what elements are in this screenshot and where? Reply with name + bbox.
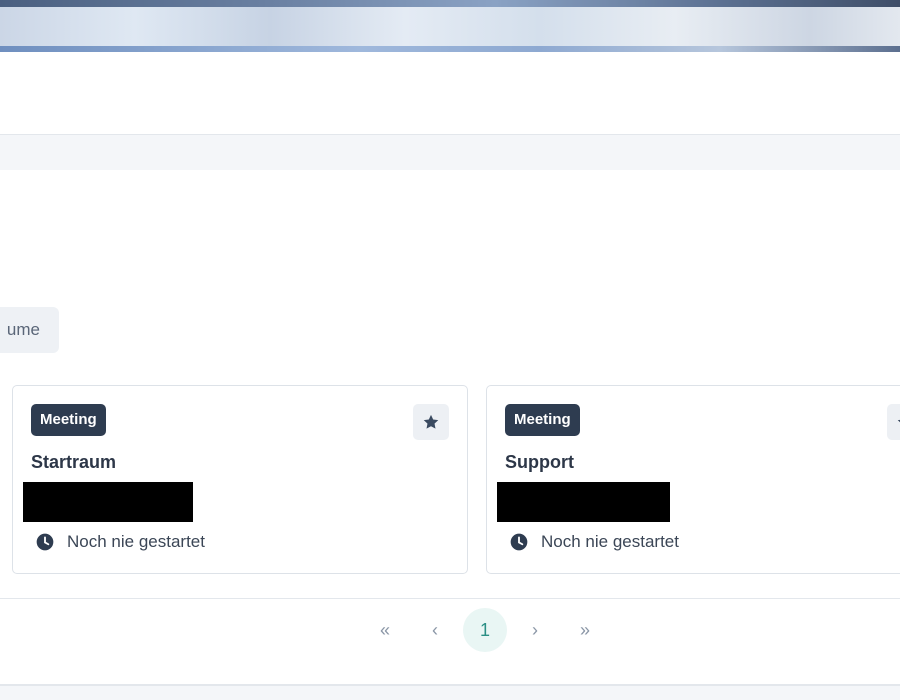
page-button-current[interactable]: 1 [463, 608, 507, 652]
room-status-text: Noch nie gestartet [541, 532, 679, 551]
next-page-button[interactable]: › [513, 608, 557, 652]
divider [0, 598, 900, 599]
favorite-button[interactable] [413, 404, 449, 440]
favorite-button[interactable] [887, 404, 900, 440]
star-icon [897, 419, 900, 423]
last-page-button[interactable]: » [563, 608, 607, 652]
room-card[interactable]: Meeting Startraum Noch nie gestartet [12, 385, 468, 574]
room-type-badge: Meeting [31, 404, 106, 436]
room-status: Noch nie gestartet [35, 532, 205, 552]
previous-page-button[interactable]: ‹ [413, 608, 457, 652]
room-filter-tab[interactable]: ume [0, 307, 59, 353]
first-page-button[interactable]: « [363, 608, 407, 652]
room-type-badge: Meeting [505, 404, 580, 436]
redacted-block [23, 482, 193, 522]
room-status-text: Noch nie gestartet [67, 532, 205, 551]
room-name: Support [505, 452, 574, 472]
sub-navigation-bar [0, 135, 900, 170]
room-filter-tab-label: ume [6, 320, 40, 339]
footer [0, 686, 900, 700]
pagination: « ‹ 1 › » [360, 608, 610, 652]
clock-icon [510, 533, 528, 551]
room-card[interactable]: Meeting Support Noch nie gestartet [486, 385, 900, 574]
clock-icon [36, 533, 54, 551]
room-status: Noch nie gestartet [509, 532, 679, 552]
page: ume Meeting Startraum Noch nie gestartet… [0, 0, 900, 700]
room-name: Startraum [31, 452, 117, 472]
header-area [0, 52, 900, 134]
redacted-block [497, 482, 670, 522]
header-banner-image [0, 0, 900, 52]
star-icon [423, 414, 439, 429]
